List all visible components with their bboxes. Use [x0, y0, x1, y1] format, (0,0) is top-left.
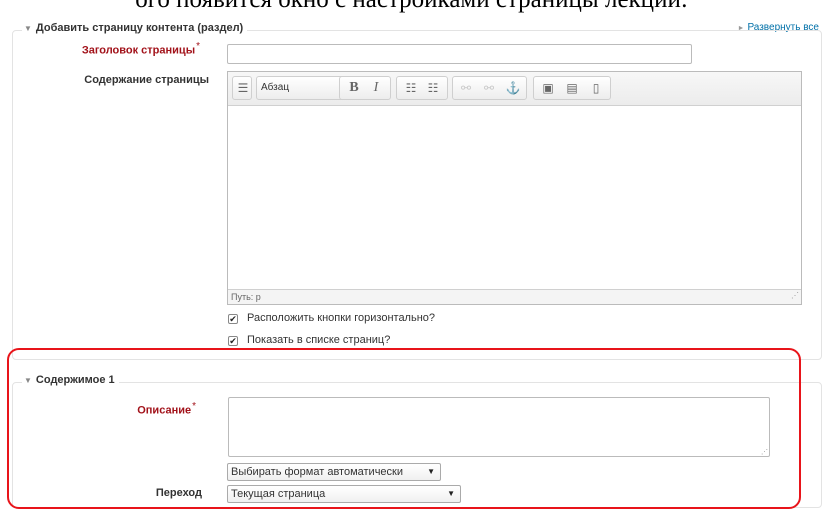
bullet-list-icon[interactable]: ☷: [401, 79, 421, 97]
resize-grip-icon[interactable]: ⋰: [791, 289, 799, 303]
document-heading-fragment: ого появится окно с настройками страницы…: [0, 0, 823, 14]
bold-icon[interactable]: B: [344, 79, 364, 97]
link-icon[interactable]: ⚯: [456, 79, 476, 97]
media-icon[interactable]: ▤: [562, 79, 582, 97]
toolbar-toggle-icon[interactable]: ☰: [233, 79, 253, 97]
horizontal-buttons-checkbox[interactable]: ✔: [228, 314, 238, 324]
numbered-list-icon[interactable]: ☷: [423, 79, 443, 97]
horizontal-buttons-label: Расположить кнопки горизонтально?: [247, 312, 436, 324]
image-icon[interactable]: ▣: [538, 79, 558, 97]
editor-toolbar: ☰ Абзац ▼ B I ☷ ☷ ⚯ ⚯ ⚓ ▣ ▤ ▯: [228, 72, 801, 106]
show-in-list-label: Показать в списке страниц?: [247, 334, 391, 346]
anchor-icon[interactable]: ⚓: [503, 79, 523, 97]
paste-icon[interactable]: ▯: [586, 79, 606, 97]
italic-icon[interactable]: I: [366, 79, 386, 97]
highlight-annotation: [7, 348, 801, 509]
page-content-editor[interactable]: ☰ Абзац ▼ B I ☷ ☷ ⚯ ⚯ ⚓ ▣ ▤ ▯ Путь: p ⋰: [227, 71, 802, 305]
page-title-label: Заголовок страницы*: [81, 41, 200, 57]
unlink-icon[interactable]: ⚯: [479, 79, 499, 97]
show-in-list-checkbox[interactable]: ✔: [228, 336, 238, 346]
editor-path-bar: Путь: p ⋰: [228, 289, 801, 304]
page-content-label: Содержание страницы: [84, 74, 209, 86]
page-title-input[interactable]: [227, 44, 692, 64]
content-page-legend[interactable]: ▼ Добавить страницу контента (раздел): [22, 22, 248, 34]
required-star-icon: *: [196, 41, 200, 52]
collapse-chevron-icon: ▼: [24, 24, 32, 33]
